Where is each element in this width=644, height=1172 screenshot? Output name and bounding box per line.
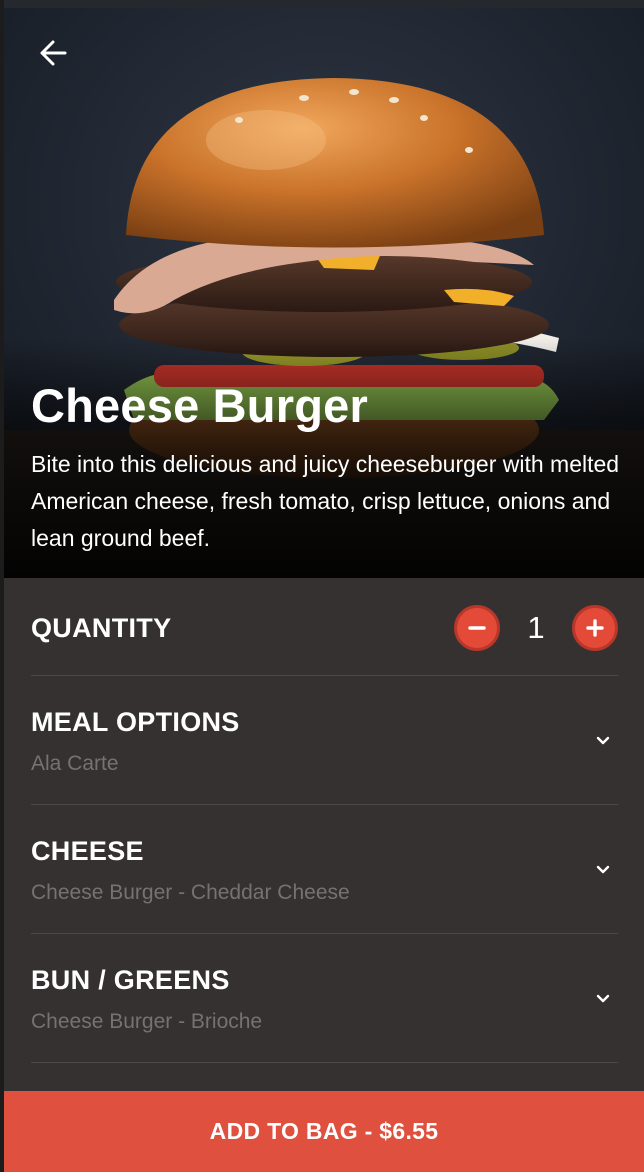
option-label: CHEESE: [31, 836, 144, 866]
quantity-row: QUANTITY 1: [31, 578, 618, 676]
add-to-bag-button[interactable]: ADD TO BAG - $6.55: [4, 1091, 644, 1172]
decrement-button[interactable]: [454, 605, 500, 651]
option-label: BUN / GREENS: [31, 965, 230, 995]
product-description: Bite into this delicious and juicy chees…: [31, 451, 620, 551]
increment-button[interactable]: [572, 605, 618, 651]
option-value: Cheese Burger - Brioche: [31, 1010, 263, 1033]
arrow-left-icon: [40, 40, 67, 66]
option-row-bun-greens[interactable]: BUN / GREENS Cheese Burger - Brioche: [31, 934, 618, 1063]
product-title: Cheese Burger: [31, 379, 368, 432]
product-detail-screen: Cheese Burger Bite into this delicious a…: [0, 0, 644, 1172]
option-value: Cheese Burger - Cheddar Cheese: [31, 881, 350, 904]
chevron-down-icon: [596, 736, 610, 745]
quantity-label: QUANTITY: [31, 613, 172, 643]
option-label: MEAL OPTIONS: [31, 707, 240, 737]
hero-section: Cheese Burger Bite into this delicious a…: [4, 0, 644, 578]
quantity-stepper: 1: [454, 605, 618, 651]
chevron-down-icon: [596, 865, 610, 874]
back-button[interactable]: [30, 30, 76, 76]
option-row-cheese[interactable]: CHEESE Cheese Burger - Cheddar Cheese: [31, 805, 618, 934]
chevron-down-icon: [596, 994, 610, 1003]
option-value: Ala Carte: [31, 752, 119, 775]
options-list: QUANTITY 1 MEAL OPTIONS Ala Carte CHEESE…: [31, 578, 618, 1063]
option-row-meal-options[interactable]: MEAL OPTIONS Ala Carte: [31, 676, 618, 805]
add-to-bag-label: ADD TO BAG - $6.55: [209, 1118, 439, 1144]
quantity-value: 1: [527, 610, 545, 645]
plus-icon: [586, 619, 604, 637]
minus-icon: [468, 626, 486, 630]
